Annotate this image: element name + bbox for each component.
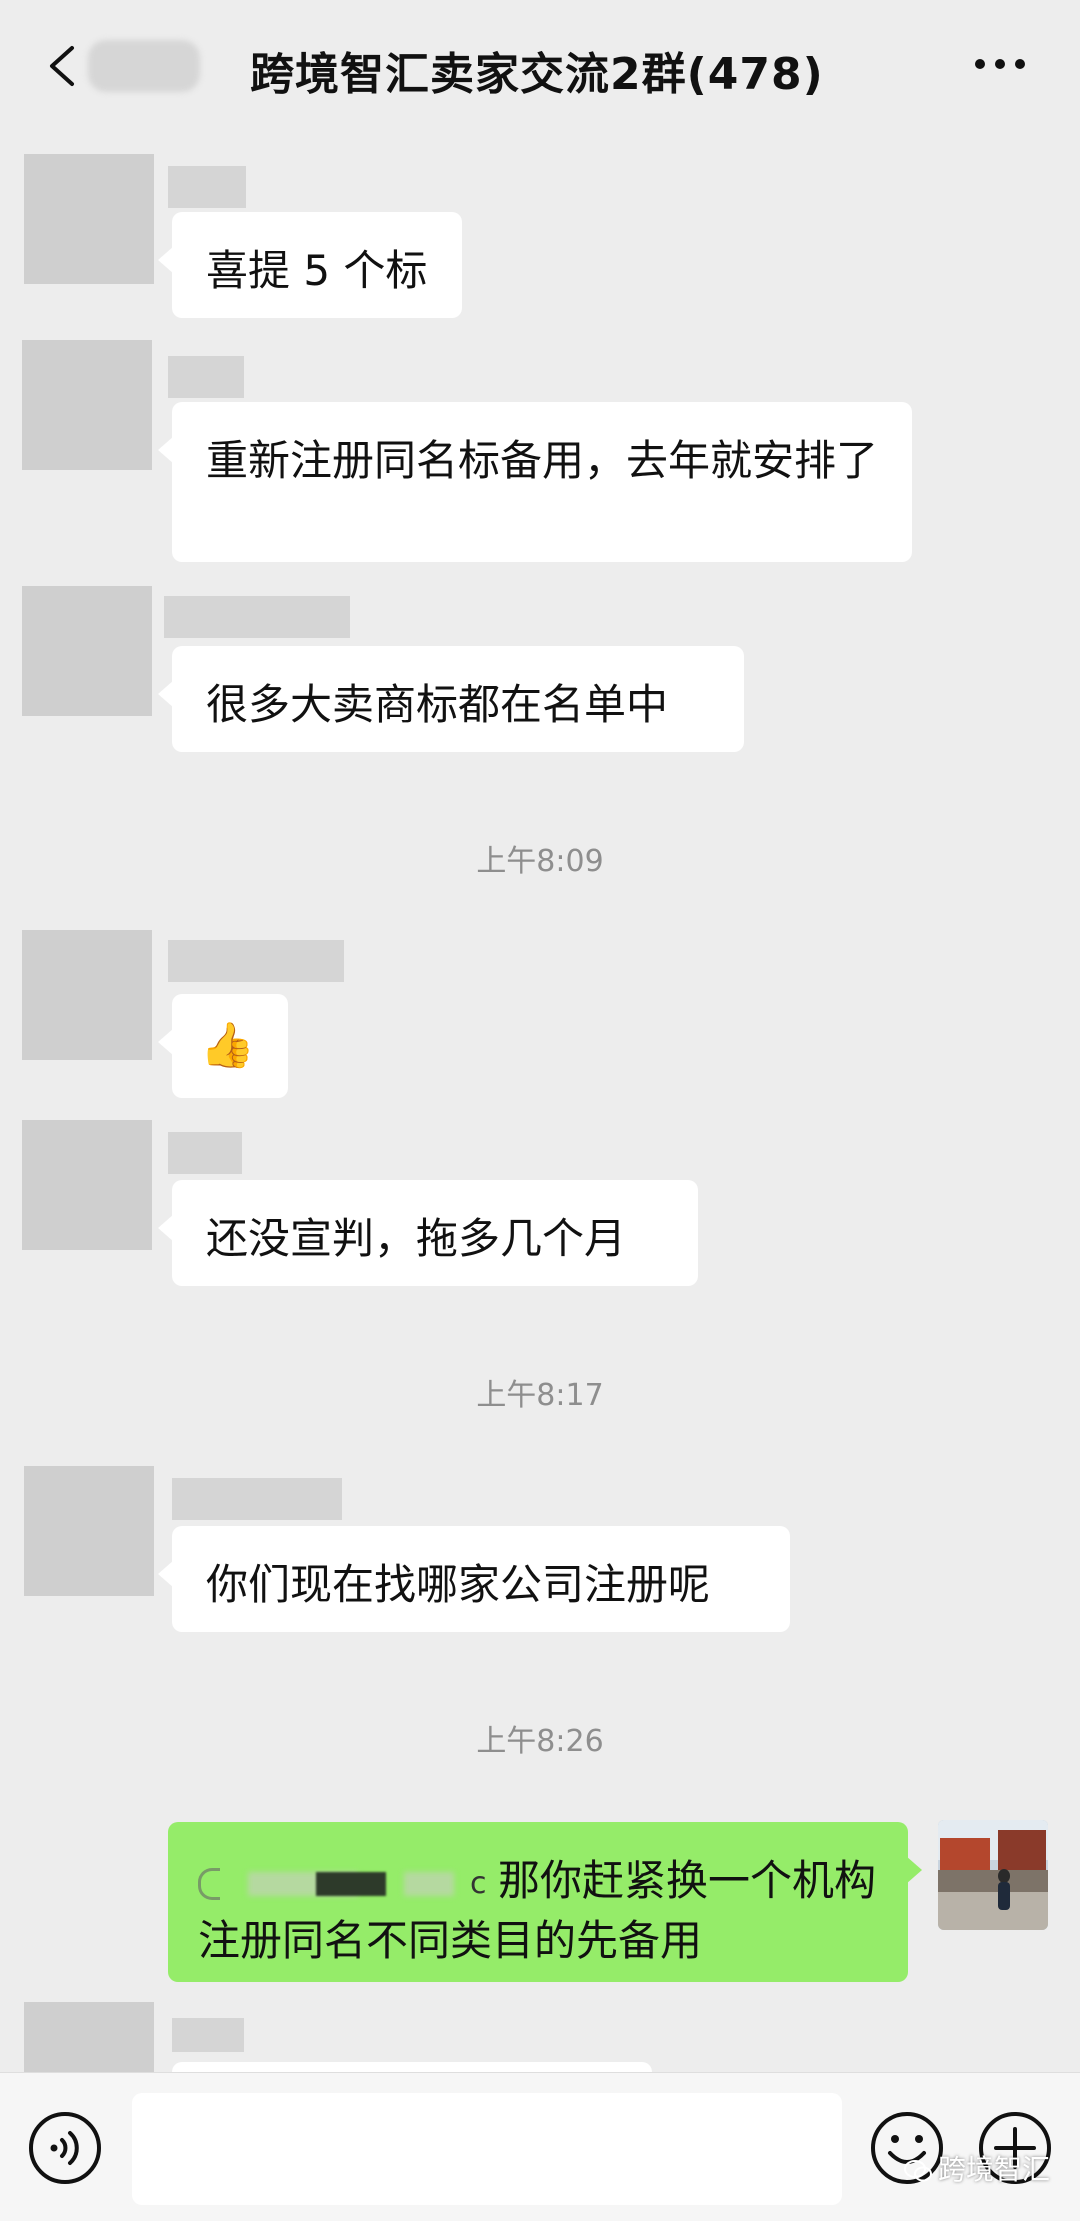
sender-name-redacted — [172, 2018, 244, 2052]
chat-header: 跨境智汇卖家交流2群(478) — [0, 0, 1080, 128]
message-text: 还没宣判，拖多几个月 — [206, 1214, 627, 1263]
wechat-logo-icon — [903, 2160, 932, 2182]
thumbs-up-icon: 👍 — [200, 1020, 255, 1071]
message-input[interactable] — [132, 2093, 842, 2205]
avatar-photo — [938, 1820, 1048, 1930]
message-text: 你们现在找哪家公司注册呢 — [206, 1560, 711, 1609]
voice-icon[interactable] — [26, 2109, 104, 2187]
message-text: 喜提 5 个标 — [206, 246, 428, 295]
chat-screen: 跨境智汇卖家交流2群(478) 喜提 5 个标 重新注册同名标备用，去年就安排了… — [0, 0, 1080, 2221]
timestamp: 上午8:17 — [476, 1378, 604, 1413]
avatar[interactable] — [22, 930, 152, 1060]
sender-name-redacted — [168, 1132, 242, 1174]
message-bubble-partial — [172, 2062, 652, 2072]
timestamp: 上午8:26 — [476, 1724, 604, 1759]
message-bubble[interactable]: 重新注册同名标备用，去年就安排了 — [158, 402, 912, 562]
sender-name-redacted — [164, 596, 350, 638]
avatar[interactable] — [24, 2002, 154, 2082]
avatar[interactable] — [22, 340, 152, 470]
timestamp: 上午8:09 — [476, 844, 604, 879]
mention-redacted: c — [198, 1862, 498, 1906]
message-bubble[interactable]: 很多大卖商标都在名单中 — [158, 646, 744, 752]
input-bar — [0, 2072, 1080, 2221]
avatar[interactable] — [22, 586, 152, 716]
message-text: 很多大卖商标都在名单中 — [206, 680, 669, 729]
avatar[interactable] — [22, 1120, 152, 1250]
avatar[interactable] — [24, 154, 154, 284]
avatar[interactable] — [24, 1466, 154, 1596]
self-message-bubble[interactable]: c 那你赶紧换一个机构注册同名不同类目的先备用 — [168, 1822, 922, 1982]
message-bubble[interactable]: 👍 — [158, 994, 288, 1098]
back-icon[interactable] — [44, 44, 80, 88]
sender-name-redacted — [168, 940, 344, 982]
unread-count-redacted — [88, 40, 200, 92]
sender-name-redacted — [168, 356, 244, 398]
watermark-text: 跨境智汇 — [937, 2153, 1050, 2186]
message-bubble[interactable]: 喜提 5 个标 — [158, 212, 462, 318]
message-text: 重新注册同名标备用，去年就安排了 — [206, 436, 879, 485]
self-avatar[interactable] — [938, 1820, 1048, 1930]
chat-title: 跨境智汇卖家交流2群(478) — [250, 49, 824, 100]
sender-name-redacted — [172, 1478, 342, 1520]
message-bubble[interactable]: 还没宣判，拖多几个月 — [158, 1180, 698, 1286]
more-icon[interactable] — [972, 56, 1028, 72]
message-bubble[interactable]: 你们现在找哪家公司注册呢 — [158, 1526, 790, 1632]
watermark: 跨境智汇 — [903, 2148, 1050, 2188]
sender-name-redacted — [168, 166, 246, 208]
